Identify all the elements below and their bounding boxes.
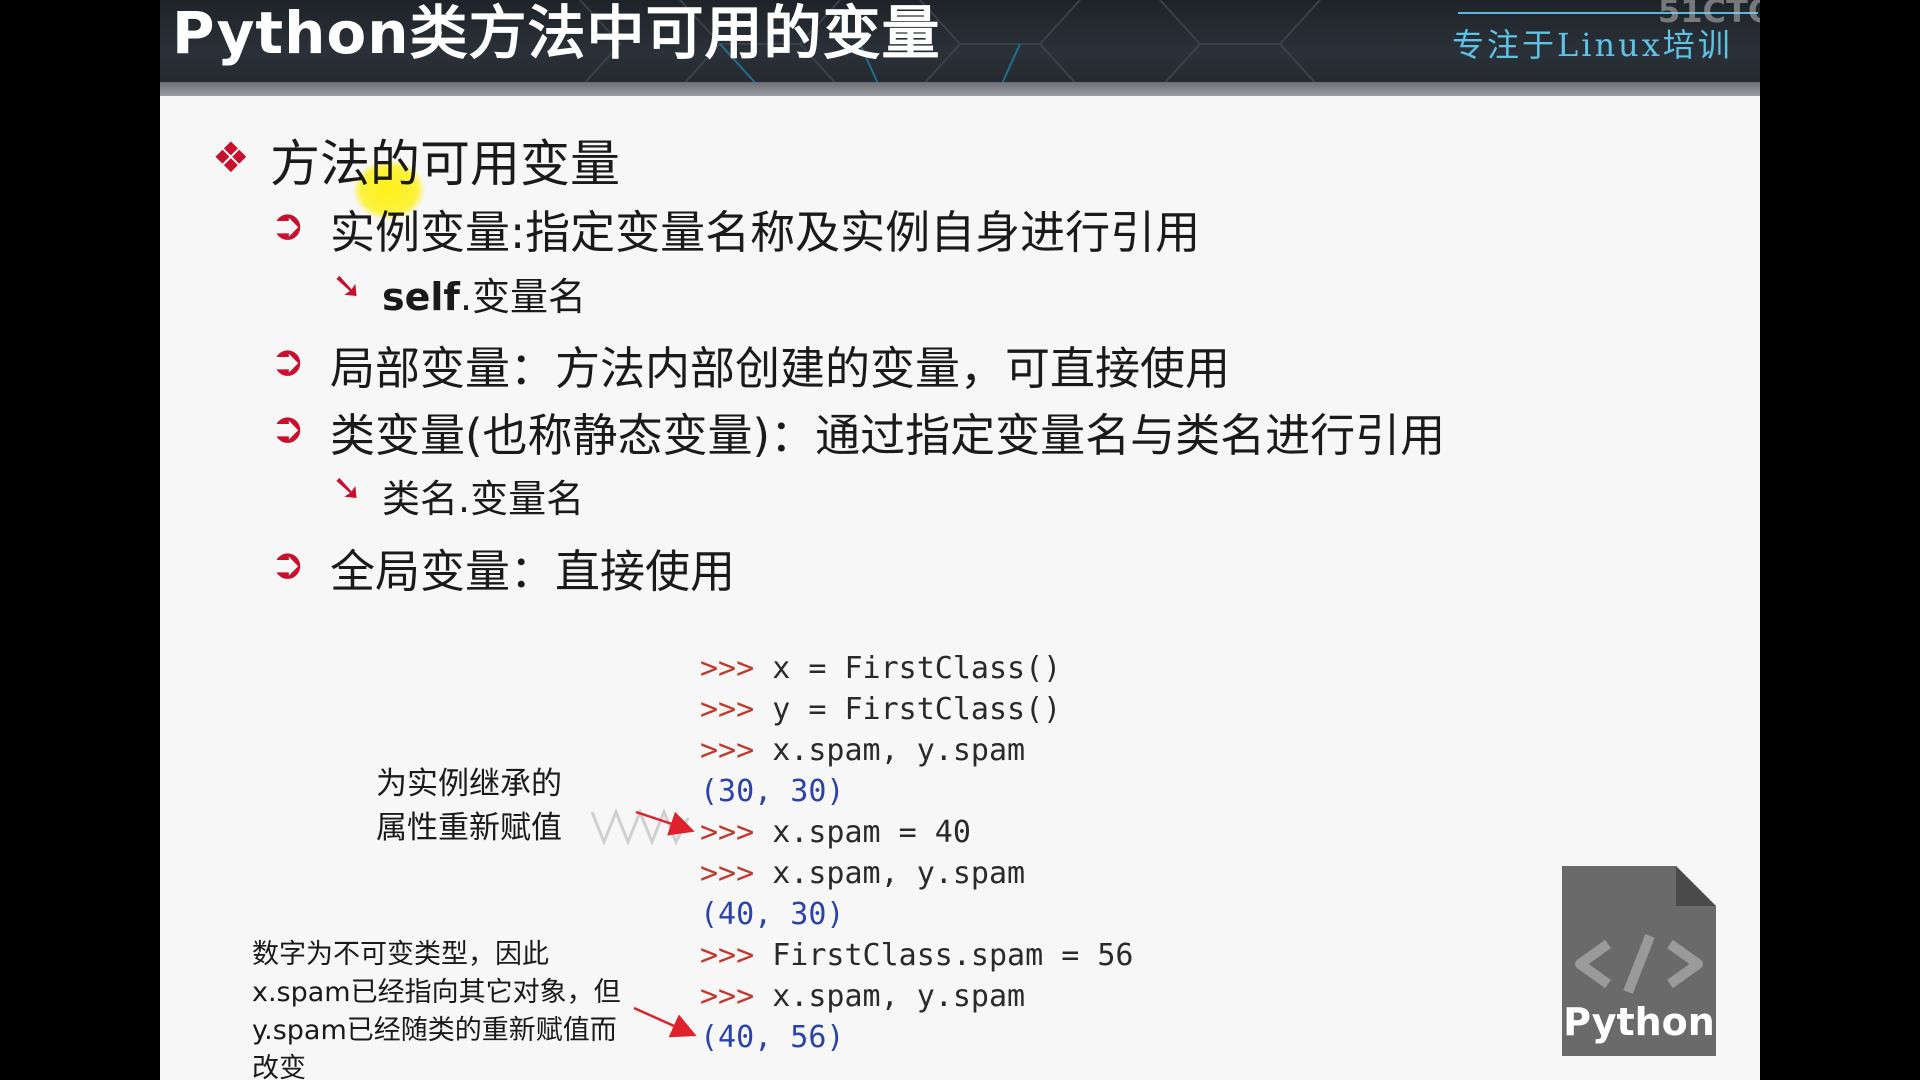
slide: Python类方法中可用的变量 专注于Linux培训 51CTO学院 ❖ 方法的…	[160, 0, 1760, 1080]
annotation-reassign: 为实例继承的 属性重新赋值	[376, 766, 562, 846]
code-output: (40, 30)	[700, 897, 845, 932]
code-line: >>> x.spam, y.spam	[700, 979, 1026, 1014]
code-line: >>> x.spam, y.spam	[700, 856, 1026, 891]
bullet-global-variable: 全局变量：直接使用	[330, 545, 736, 598]
arrow-bullet-icon: ➲	[270, 403, 306, 452]
arrow-bullet-icon: ➲	[270, 539, 306, 588]
diamond-bullet-icon: ❖	[212, 133, 250, 182]
bullet-local-variable: 局部变量：方法内部创建的变量，可直接使用	[330, 342, 1231, 395]
slide-title: Python类方法中可用的变量	[172, 0, 941, 67]
code-line: >>> x = FirstClass()	[700, 651, 1062, 686]
arrow-reassign-icon	[635, 810, 695, 836]
down-arrow-bullet-icon: ➘	[332, 468, 363, 509]
bullet-class-variable: 类变量(也称静态变量)：通过指定变量名与类名进行引用	[330, 409, 1446, 462]
header-divider	[160, 82, 1760, 96]
code-line: >>> x.spam, y.spam	[700, 733, 1026, 768]
self-keyword: self	[382, 275, 460, 319]
annotation-immutable: 数字为不可变类型，因此 x.spam已经指向其它对象，但 y.spam已经随类的重新…	[252, 939, 621, 1080]
code-output: (40, 56)	[700, 1020, 845, 1055]
bullet-class-syntax: 类名.变量名	[382, 477, 585, 521]
arrow-immutable-icon	[633, 1006, 697, 1038]
slide-header: Python类方法中可用的变量 专注于Linux培训 51CTO学院	[160, 0, 1760, 88]
bullet-instance-syntax: self.变量名	[382, 266, 586, 321]
down-arrow-bullet-icon: ➘	[332, 266, 363, 307]
code-line: >>> x.spam = 40	[700, 815, 971, 850]
instance-syntax-suffix: .变量名	[459, 275, 587, 319]
watermark-logo: 51CTO学院	[1658, 0, 1760, 30]
arrow-bullet-icon: ➲	[270, 200, 306, 249]
code-line: >>> y = FirstClass()	[700, 692, 1062, 727]
python-badge-label: Python	[1563, 1000, 1715, 1044]
bullet-instance-variable: 实例变量:指定变量名称及实例自身进行引用	[330, 206, 1201, 259]
scribble-mark	[590, 807, 690, 847]
code-line: >>> FirstClass.spam = 56	[700, 938, 1134, 973]
code-output: (30, 30)	[700, 774, 845, 809]
bullet-main: 方法的可用变量	[270, 135, 620, 193]
arrow-bullet-icon: ➲	[270, 336, 306, 385]
